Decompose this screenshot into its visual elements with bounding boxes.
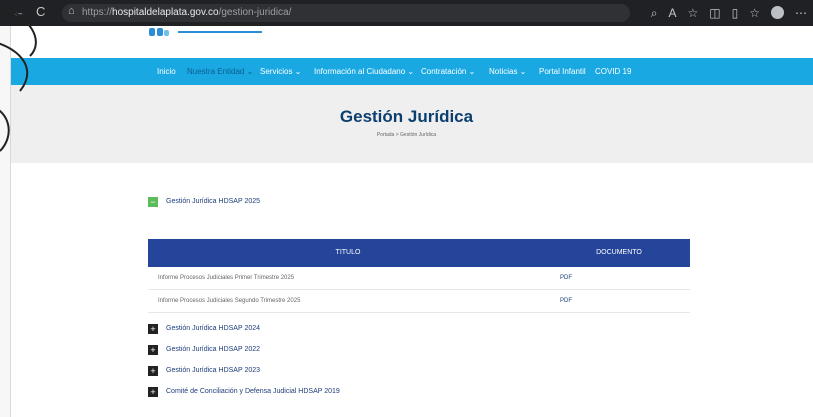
site-header [0, 26, 813, 58]
accordion-label[interactable]: Gestión Jurídica HDSAP 2025 [166, 197, 260, 207]
collapse-icon[interactable]: − [148, 197, 158, 207]
favorite-icon[interactable]: ☆ [688, 0, 699, 26]
back-button[interactable]: ← [12, 0, 25, 26]
pdf-link[interactable]: PDF [560, 267, 572, 289]
column-header-document: DOCUMENTO [596, 249, 642, 256]
reload-button[interactable]: C [36, 0, 45, 26]
logo-underline [178, 31, 262, 33]
address-bar[interactable]: ⌂ https://hospitaldelaplata.gov.co/gesti… [62, 4, 630, 22]
nav-informacion-ciudadano[interactable]: Información al Ciudadano ⌄ [314, 58, 414, 85]
collections-icon[interactable]: ☆ [749, 0, 760, 26]
table-row: Informe Procesos Judiciales Segundo Trim… [148, 290, 690, 313]
read-aloud-icon[interactable]: A [669, 0, 677, 26]
nav-inicio[interactable]: Inicio [157, 58, 176, 85]
url-text: https://hospitaldelaplata.gov.co/gestion… [82, 7, 292, 18]
accordion-label[interactable]: Gestión Jurídica HDSAP 2023 [166, 366, 260, 376]
main-navigation: Inicio Nuestra Entidad ⌄ Servicios ⌄ Inf… [0, 58, 813, 85]
expand-icon[interactable]: + [148, 345, 158, 355]
row-title: Informe Procesos Judiciales Segundo Trim… [158, 298, 301, 304]
page-title: Gestión Jurídica [339, 107, 474, 126]
expand-icon[interactable]: + [148, 366, 158, 376]
accordion-label[interactable]: Gestión Jurídica HDSAP 2022 [166, 345, 260, 355]
lock-icon: ⌂ [68, 5, 75, 17]
expand-icon[interactable]: + [148, 387, 158, 397]
nav-contratacion[interactable]: Contratación ⌄ [421, 58, 475, 85]
profile-icon[interactable] [771, 6, 784, 19]
table-row: Informe Procesos Judiciales Primer Trime… [148, 267, 690, 290]
browser-toolbar: ← C ⌂ https://hospitaldelaplata.gov.co/g… [0, 0, 813, 26]
browser-actions: ⌕ A ☆ ◫ ▯ ☆ ⋯ [651, 0, 807, 26]
page-hero: Gestión Jurídica Portada > Gestión Juríd… [0, 85, 813, 163]
window-left-edge [0, 0, 11, 417]
breadcrumb[interactable]: Portada > Gestión Jurídica [0, 132, 813, 138]
nav-noticias[interactable]: Noticias ⌄ [489, 58, 526, 85]
pdf-link[interactable]: PDF [560, 290, 572, 312]
accordion-label[interactable]: Comité de Conciliación y Defensa Judicia… [166, 387, 340, 397]
nav-covid-19[interactable]: COVID 19 [595, 58, 631, 85]
table-header: TITULO DOCUMENTO [148, 239, 690, 267]
more-icon[interactable]: ⋯ [795, 0, 807, 26]
nav-nuestra-entidad[interactable]: Nuestra Entidad ⌄ [187, 58, 253, 85]
search-icon[interactable]: ⌕ [651, 0, 658, 26]
hospital-logo[interactable] [149, 28, 171, 38]
nav-portal-infantil[interactable]: Portal Infantil [539, 58, 586, 85]
accordion-label[interactable]: Gestión Jurídica HDSAP 2024 [166, 324, 260, 334]
extensions-icon[interactable]: ◫ [709, 0, 720, 26]
split-icon[interactable]: ▯ [732, 0, 739, 26]
documents-table: TITULO DOCUMENTO Informe Procesos Judici… [148, 239, 690, 313]
nav-servicios[interactable]: Servicios ⌄ [260, 58, 301, 85]
row-title: Informe Procesos Judiciales Primer Trime… [158, 275, 295, 281]
column-header-title: TITULO [335, 249, 361, 256]
expand-icon[interactable]: + [148, 324, 158, 334]
